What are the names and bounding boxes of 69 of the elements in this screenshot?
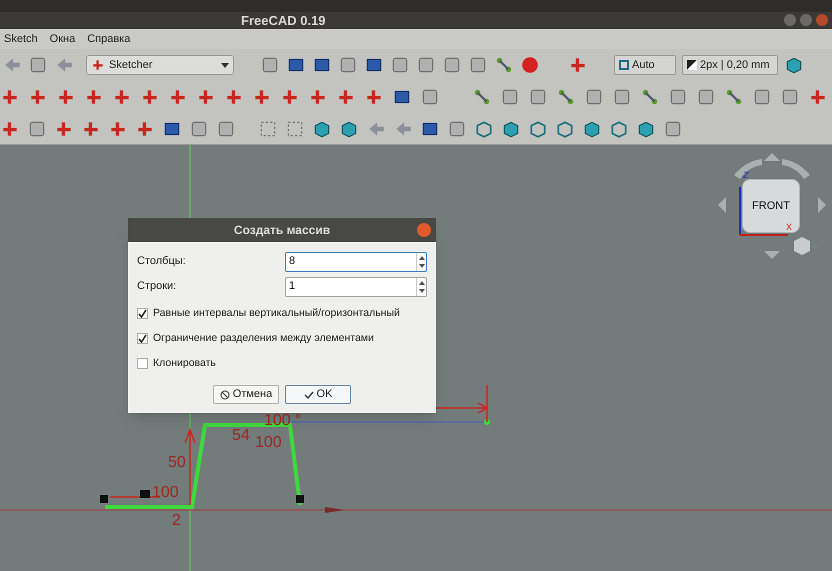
- wireframe-cube-icon[interactable]: [528, 118, 548, 138]
- checkbox-label: Клонировать: [153, 356, 216, 370]
- minimize-icon[interactable]: [784, 14, 796, 26]
- close-icon[interactable]: [417, 223, 431, 237]
- tool-icon[interactable]: [752, 87, 772, 107]
- tool-icon[interactable]: [584, 87, 604, 107]
- node-icon[interactable]: [494, 55, 514, 75]
- cancel-button[interactable]: Отмена: [213, 385, 279, 404]
- menu-item[interactable]: Sketch: [4, 30, 38, 48]
- field-label: Строки:: [137, 279, 176, 294]
- sketcher-icon[interactable]: [91, 58, 105, 72]
- tool-icon[interactable]: [416, 55, 436, 75]
- dimension-label: 100: [255, 435, 282, 451]
- node-icon[interactable]: [640, 87, 660, 107]
- tool-icon[interactable]: [668, 87, 688, 107]
- draw-style-icon: [619, 60, 629, 70]
- node-icon[interactable]: [556, 87, 576, 107]
- node-icon[interactable]: [472, 87, 492, 107]
- navigation-arrows-drawing[interactable]: [718, 153, 826, 259]
- tool-icon[interactable]: [390, 55, 410, 75]
- close-icon[interactable]: [816, 14, 828, 26]
- wireframe-cube-icon[interactable]: [555, 118, 575, 138]
- node-icon[interactable]: [724, 87, 744, 107]
- tool-icon[interactable]: [260, 55, 280, 75]
- menu-item[interactable]: Справка: [87, 30, 130, 48]
- spin-arrows-icon[interactable]: [416, 252, 426, 270]
- stop-icon[interactable]: [520, 55, 540, 75]
- cube-icon[interactable]: [784, 55, 804, 75]
- checkbox[interactable]: [137, 358, 148, 369]
- axis-label: Z: [743, 171, 748, 180]
- tool-icon[interactable]: [780, 87, 800, 107]
- maximize-icon[interactable]: [800, 14, 812, 26]
- wireframe-cube-icon[interactable]: [474, 118, 494, 138]
- tool-icon[interactable]: [500, 87, 520, 107]
- axis-drawing: [739, 187, 788, 236]
- checkbox[interactable]: [137, 308, 148, 320]
- spin-arrows-icon[interactable]: [416, 278, 426, 296]
- dimension-label: 2: [172, 513, 181, 529]
- workbench-dropdown[interactable]: Sketcher: [86, 55, 234, 75]
- tool-icon[interactable]: [338, 55, 358, 75]
- tool-icon[interactable]: [420, 87, 440, 107]
- cube-view-icon[interactable]: [794, 237, 820, 255]
- menu-item[interactable]: Окна: [50, 30, 76, 48]
- draw-style-button[interactable]: Auto: [614, 55, 676, 75]
- tool-icon[interactable]: [468, 55, 488, 75]
- tool-icon[interactable]: [442, 55, 462, 75]
- tool-icon[interactable]: [696, 87, 716, 107]
- wireframe-cube-icon[interactable]: [609, 118, 629, 138]
- checkbox-label: Ограничение разделения между элементами: [153, 330, 374, 346]
- field-label: Столбцы:: [137, 254, 186, 270]
- tool-icon[interactable]: [28, 55, 48, 75]
- number-spinbox[interactable]: 1: [285, 276, 427, 296]
- caret-icon: [221, 62, 229, 68]
- dimension-label: 50: [168, 455, 186, 471]
- line-width-button[interactable]: 2px | 0,20 mm: [682, 55, 778, 75]
- checkmark-icon: [304, 390, 314, 400]
- dimension-label: 54: [232, 428, 250, 444]
- window-title: FreeCAD 0.19: [241, 12, 326, 30]
- ok-button[interactable]: OK: [285, 385, 351, 404]
- line-width-icon: [687, 60, 697, 70]
- checkbox-label: Равные интервалы вертикальный/горизонтальный: [153, 306, 400, 321]
- cancel-icon: [220, 390, 230, 400]
- dimension-label: 100: [152, 485, 179, 501]
- checkbox[interactable]: [137, 333, 148, 344]
- number-spinbox[interactable]: 8: [285, 252, 427, 272]
- axis-label: X: [786, 223, 792, 232]
- tool-icon[interactable]: [528, 87, 548, 107]
- dialog-title: Создать массив: [234, 222, 330, 239]
- tool-icon[interactable]: [612, 87, 632, 107]
